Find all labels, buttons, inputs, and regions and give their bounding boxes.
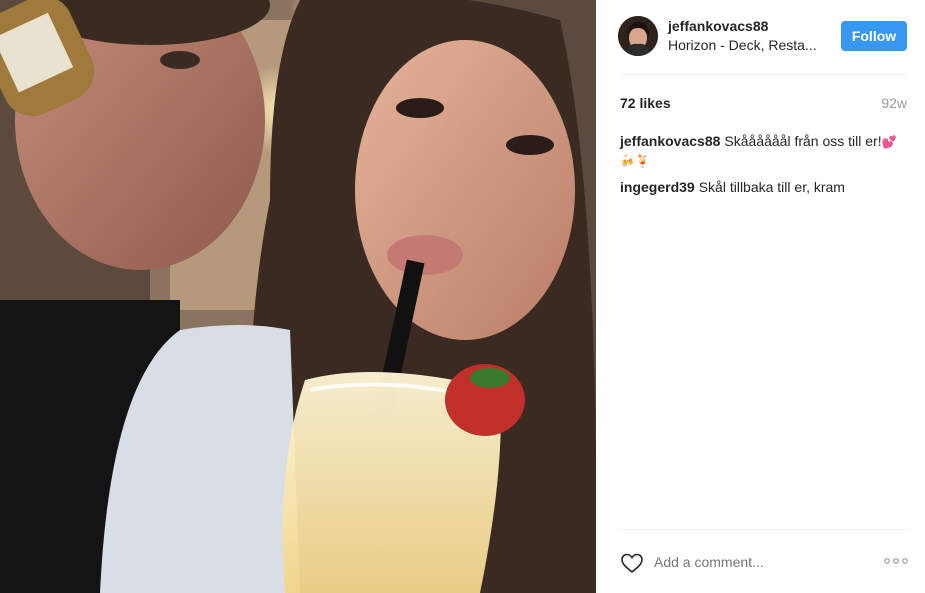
post-username[interactable]: jeffankovacs88 — [668, 18, 768, 34]
footer-divider — [620, 529, 907, 530]
comment-text: Skål tillbaka till er, kram — [698, 179, 845, 195]
comment-item: ingegerd39 Skål tillbaka till er, kram — [620, 178, 910, 196]
comment-list: jeffankovacs88 Skåååååål från oss till er… — [620, 132, 910, 204]
comment-text: Skåååååål från oss till er! — [724, 133, 882, 149]
avatar-image — [618, 16, 658, 56]
comment-username[interactable]: jeffankovacs88 — [620, 133, 720, 149]
post-header: jeffankovacs88 Horizon - Deck, Resta... … — [618, 14, 908, 60]
header-divider — [620, 74, 907, 75]
more-options-icon[interactable] — [884, 554, 908, 573]
avatar[interactable] — [618, 16, 658, 56]
heart-outline-icon[interactable] — [620, 552, 644, 579]
add-comment-input[interactable] — [654, 554, 834, 570]
comment-composer — [620, 550, 910, 578]
post-photo[interactable] — [0, 0, 596, 593]
comment-item: jeffankovacs88 Skåååååål från oss till er… — [620, 132, 910, 170]
selfie-photo-illustration — [0, 0, 596, 593]
follow-button[interactable]: Follow — [841, 21, 907, 51]
comment-username[interactable]: ingegerd39 — [620, 179, 695, 195]
post-location[interactable]: Horizon - Deck, Resta... — [668, 37, 823, 53]
post-age[interactable]: 92w — [881, 95, 907, 111]
likes-count[interactable]: 72 likes — [620, 95, 671, 111]
post-sidebar: jeffankovacs88 Horizon - Deck, Resta... … — [596, 0, 925, 593]
